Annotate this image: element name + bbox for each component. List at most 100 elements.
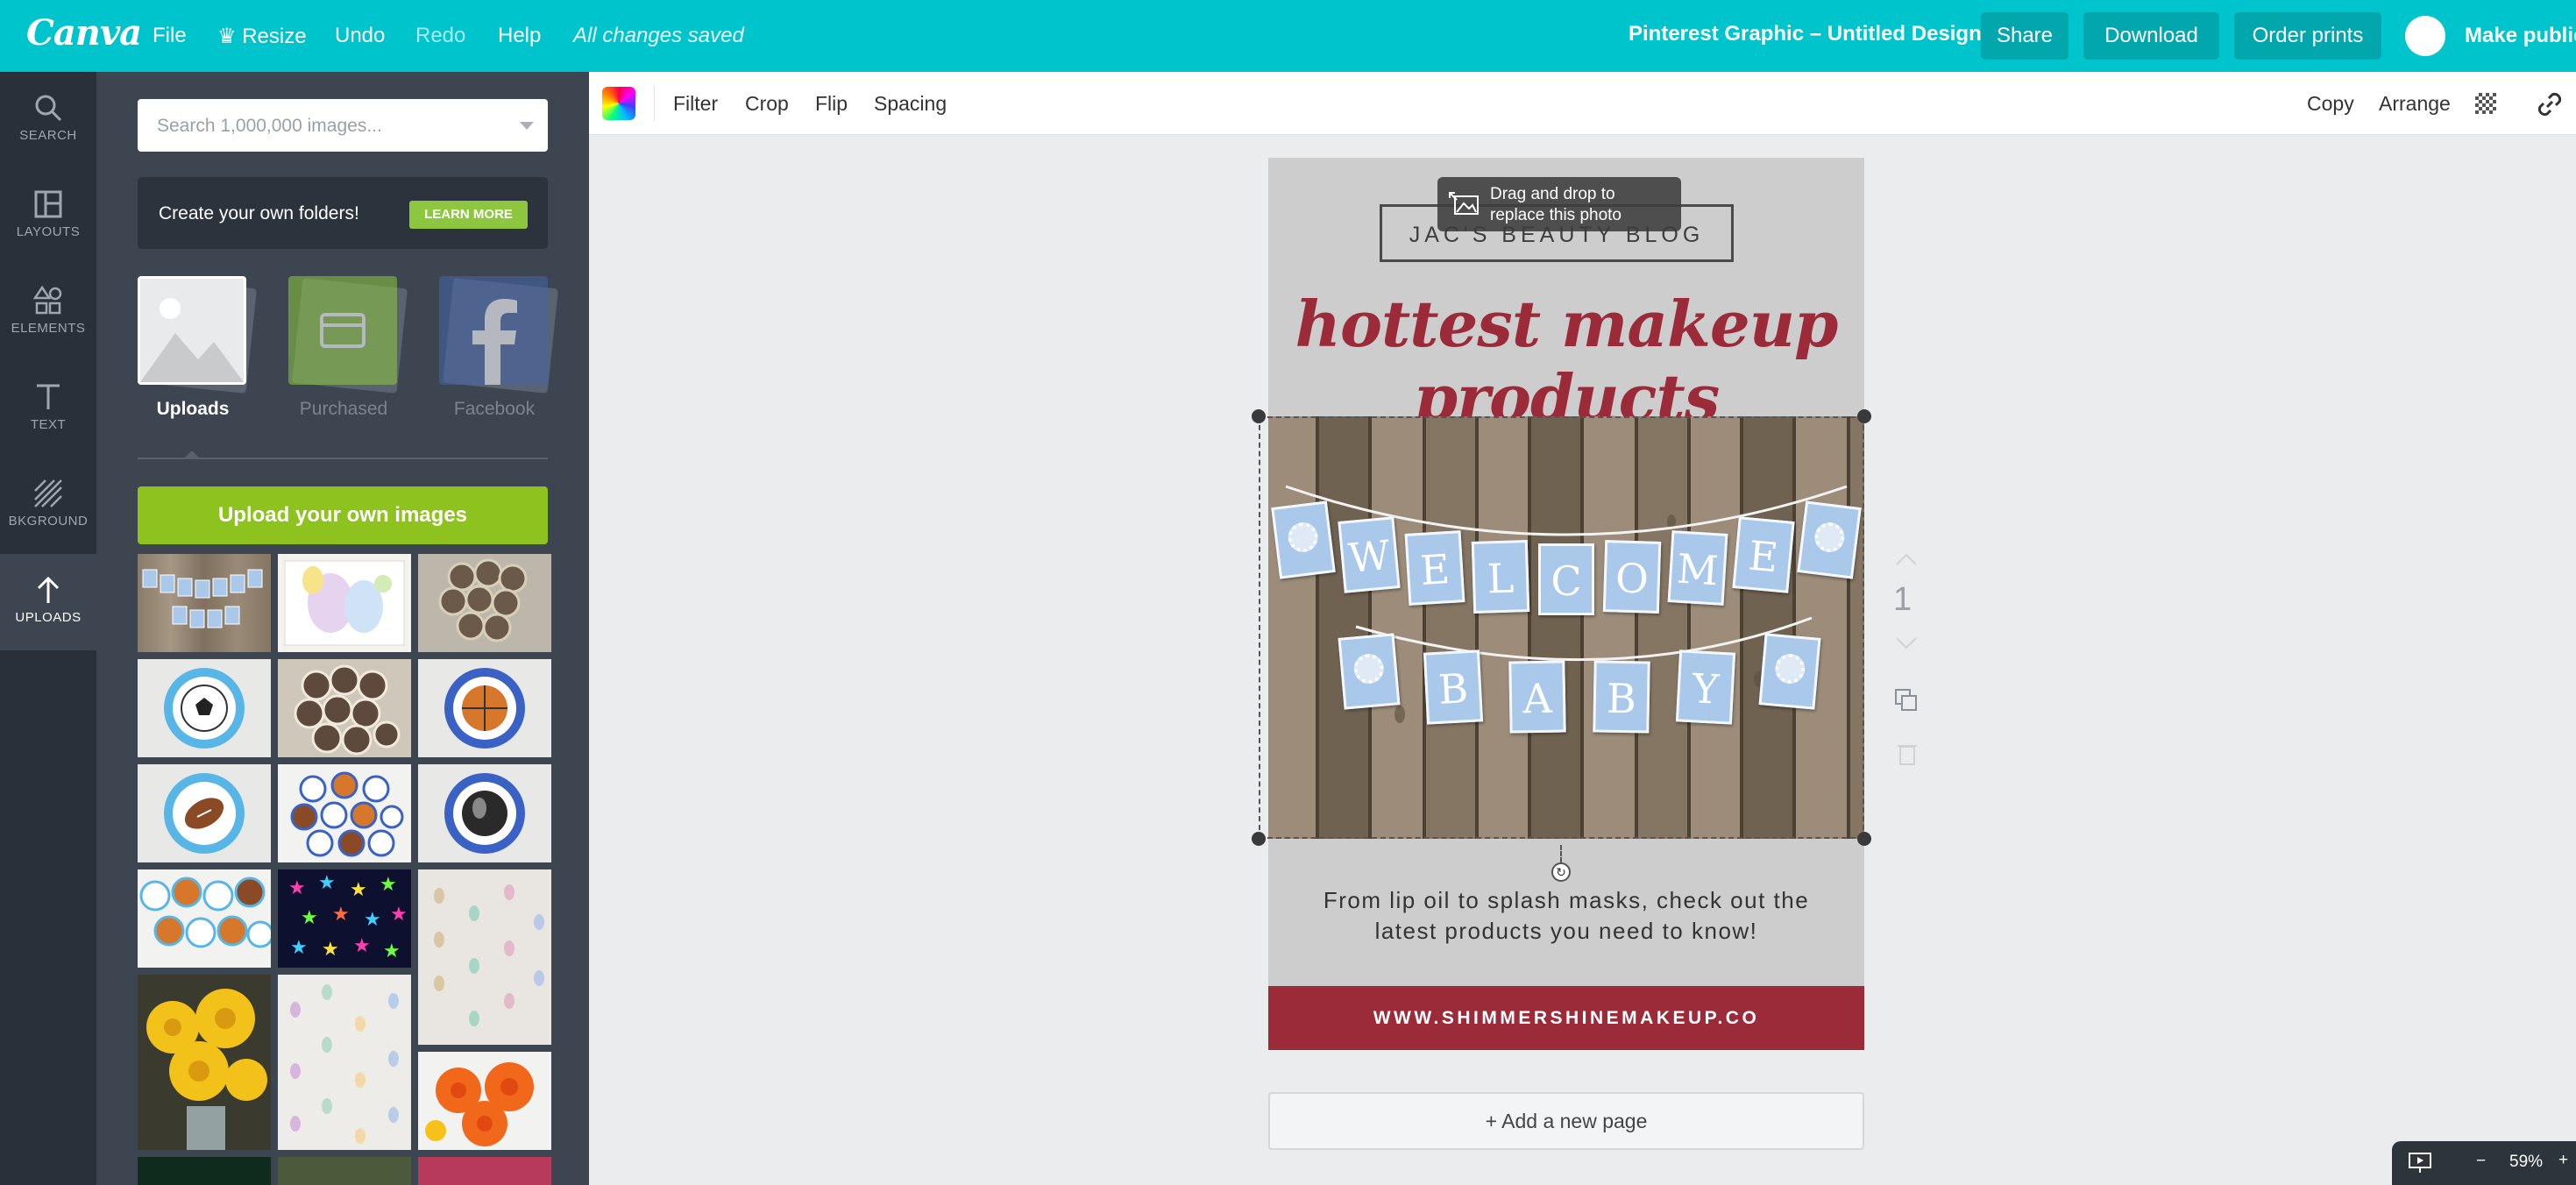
svg-text:★: ★: [318, 872, 336, 894]
svg-text:★: ★: [322, 939, 339, 961]
arrange-button[interactable]: Arrange: [2379, 92, 2451, 116]
upload-thumbnail[interactable]: [278, 659, 411, 757]
move-page-up-icon[interactable]: [1895, 552, 1918, 566]
upload-thumbnail[interactable]: [138, 764, 271, 862]
transparency-icon[interactable]: [2475, 93, 2496, 114]
share-button[interactable]: Share: [1981, 12, 2069, 60]
facebook-icon: [472, 299, 517, 385]
text-icon: [37, 384, 60, 409]
tooltip-text: Drag and drop to replace this photo: [1490, 184, 1622, 226]
upload-thumbnail[interactable]: [138, 554, 271, 652]
zoom-out-button[interactable]: −: [2476, 1152, 2486, 1171]
upload-thumbnail[interactable]: [278, 975, 411, 1150]
headline-line: hottest makeup: [1295, 287, 1839, 361]
resize-label: Resize: [242, 25, 307, 48]
uploads-panel: Search 1,000,000 images... Create your o…: [96, 72, 589, 1185]
shapes-icon: [33, 286, 62, 315]
upload-thumbnail[interactable]: [418, 554, 551, 652]
rail-item-search[interactable]: SEARCH: [0, 72, 96, 168]
rail-item-background[interactable]: BKGROUND: [0, 458, 96, 554]
svg-text:★: ★: [383, 940, 401, 962]
svg-text:★: ★: [290, 937, 308, 959]
delete-page-icon[interactable]: [1896, 742, 1919, 766]
top-bar: Canva File ♛ Resize Undo Redo Help All c…: [0, 0, 2576, 72]
add-page-button[interactable]: + Add a new page: [1268, 1092, 1864, 1150]
selection-box: [1259, 416, 1864, 839]
resize-button[interactable]: ♛ Resize: [217, 24, 307, 49]
headline-text[interactable]: hottest makeup products: [1268, 287, 1864, 435]
upload-thumbnail[interactable]: [278, 1157, 411, 1185]
upload-thumbnail[interactable]: ★ ★ ★ ★ ★ ★ ★ ★ ★ ★ ★ ★: [278, 869, 411, 968]
chevron-down-icon[interactable]: [520, 122, 534, 130]
upload-thumbnail[interactable]: [138, 1157, 271, 1185]
upload-images-button[interactable]: Upload your own images: [138, 486, 548, 544]
resize-handle-bottom-right[interactable]: [1857, 832, 1871, 846]
upload-thumbnail[interactable]: [138, 975, 271, 1150]
rail-item-text[interactable]: TEXT: [0, 361, 96, 458]
website-footer[interactable]: WWW.SHIMMERSHINEMAKEUP.CO: [1268, 986, 1864, 1050]
download-button[interactable]: Download: [2083, 12, 2219, 60]
source-uploads[interactable]: Uploads: [138, 276, 257, 420]
design-page[interactable]: JAC'S BEAUTY BLOG hottest makeup product…: [1252, 158, 1871, 1050]
make-public-label: Make public: [2465, 24, 2576, 47]
make-public-toggle[interactable]: [2403, 12, 2456, 60]
redo-button[interactable]: Redo: [415, 24, 465, 48]
search-placeholder: Search 1,000,000 images...: [157, 116, 382, 136]
upload-thumbnail[interactable]: [418, 869, 551, 1045]
undo-button[interactable]: Undo: [335, 24, 385, 48]
source-label: Facebook: [453, 399, 536, 419]
image-placeholder-icon: [140, 298, 244, 382]
resize-handle-bottom-left[interactable]: [1252, 832, 1266, 846]
upload-thumbnail[interactable]: [278, 764, 411, 862]
svg-text:★: ★: [350, 879, 367, 901]
toggle-knob: [2405, 16, 2445, 56]
body-text[interactable]: From lip oil to splash masks, check out …: [1268, 885, 1864, 947]
upload-thumbnail[interactable]: [418, 1052, 551, 1150]
source-purchased[interactable]: Purchased: [288, 276, 408, 420]
upload-arrow-icon: [37, 576, 60, 603]
link-icon[interactable]: [2537, 91, 2563, 117]
crop-button[interactable]: Crop: [745, 92, 789, 116]
rotate-handle-icon[interactable]: ↻: [1551, 862, 1571, 882]
resize-handle-top-right[interactable]: [1857, 409, 1871, 423]
rail-label: UPLOADS: [15, 610, 82, 625]
source-facebook[interactable]: Facebook: [439, 276, 558, 420]
purchased-thumbnail: [288, 276, 408, 394]
filter-button[interactable]: Filter: [673, 92, 718, 116]
upload-thumbnail[interactable]: [278, 554, 411, 652]
help-menu[interactable]: Help: [498, 24, 541, 48]
uploads-thumbnail: [138, 276, 257, 394]
rail-label: ELEMENTS: [11, 321, 86, 336]
upload-thumbnail[interactable]: [138, 869, 271, 968]
folders-promo: Create your own folders! LEARN MORE: [138, 177, 548, 249]
image-toolbar: Filter Crop Flip Spacing Copy Arrange: [589, 72, 2576, 135]
present-icon[interactable]: [2408, 1152, 2432, 1174]
order-prints-button[interactable]: Order prints: [2234, 12, 2381, 60]
background-pattern-icon: [34, 479, 62, 507]
file-menu[interactable]: File: [153, 24, 187, 48]
rail-item-uploads[interactable]: UPLOADS: [0, 554, 96, 650]
svg-text:★: ★: [390, 904, 408, 926]
duplicate-page-icon[interactable]: [1893, 687, 1920, 713]
rail-item-layouts[interactable]: LAYOUTS: [0, 168, 96, 265]
resize-handle-top-left[interactable]: [1252, 409, 1266, 423]
move-page-down-icon[interactable]: [1895, 636, 1918, 650]
zoom-level[interactable]: 59%: [2509, 1153, 2543, 1172]
replace-photo-icon: [1449, 192, 1479, 215]
svg-text:★: ★: [332, 904, 350, 926]
canva-logo[interactable]: Canva: [26, 12, 142, 53]
spacing-button[interactable]: Spacing: [874, 92, 947, 116]
upload-thumbnail[interactable]: [418, 659, 551, 757]
design-title[interactable]: Pinterest Graphic – Untitled Design: [1629, 22, 1982, 46]
image-search-input[interactable]: Search 1,000,000 images...: [138, 99, 548, 152]
zoom-in-button[interactable]: +: [2558, 1151, 2568, 1170]
upload-thumbnail[interactable]: [418, 1157, 551, 1185]
flip-button[interactable]: Flip: [815, 92, 848, 116]
rail-item-elements[interactable]: ELEMENTS: [0, 265, 96, 361]
copy-button[interactable]: Copy: [2307, 92, 2354, 116]
svg-text:★: ★: [301, 907, 318, 929]
learn-more-button[interactable]: LEARN MORE: [409, 201, 528, 229]
upload-thumbnail[interactable]: [138, 659, 271, 757]
color-picker-button[interactable]: [602, 87, 635, 120]
upload-thumbnail[interactable]: [418, 764, 551, 862]
